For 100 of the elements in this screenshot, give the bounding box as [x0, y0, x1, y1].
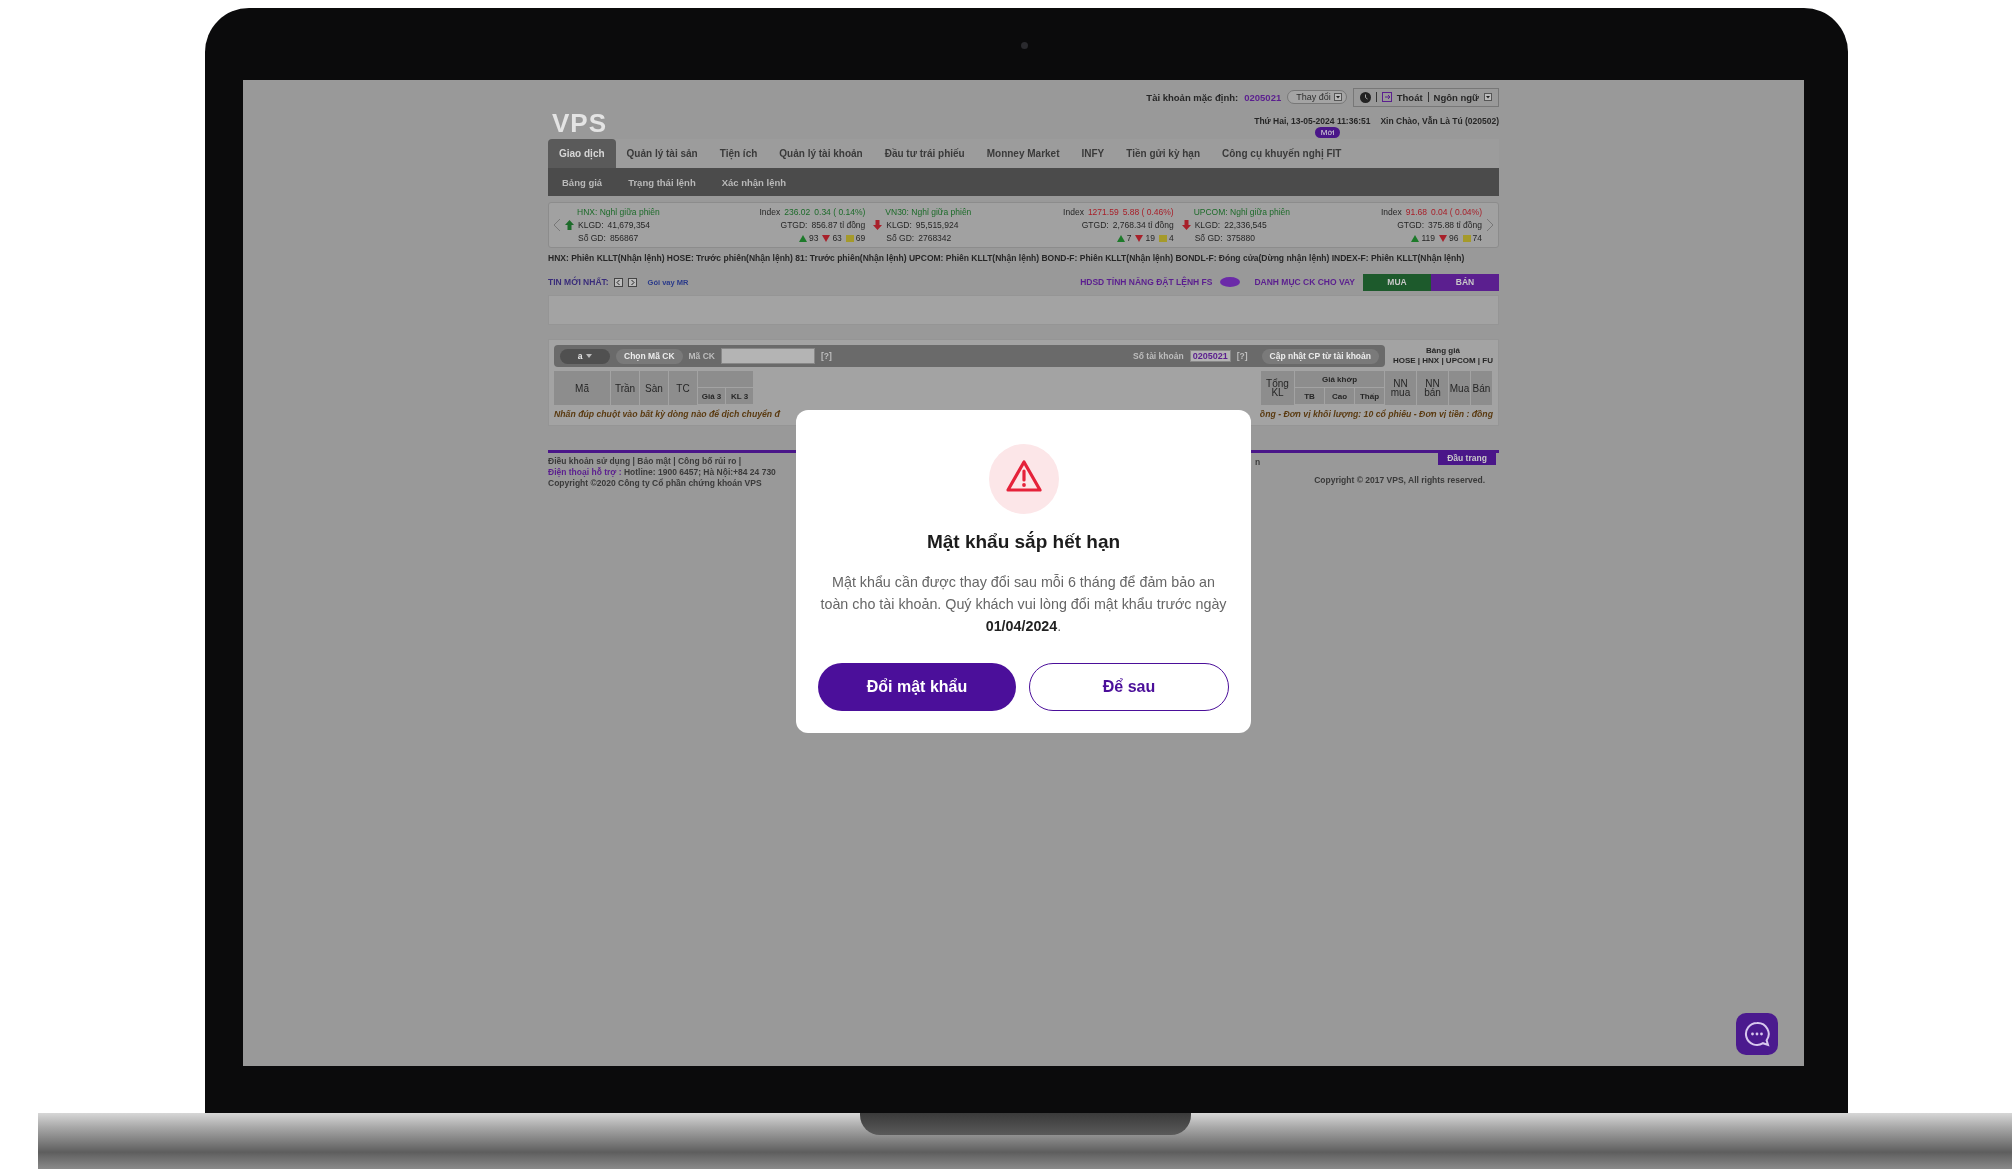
greeting-text: Xin Chào, Vẫn Là Tú (020502): [1380, 116, 1499, 126]
nav-tab[interactable]: Công cụ khuyến nghị FIT: [1211, 139, 1353, 168]
column-header: Tổng KL: [1261, 371, 1295, 405]
previous-icon[interactable]: [613, 277, 623, 287]
account-label: Số tài khoản: [1133, 351, 1184, 361]
column-header: KL 3: [726, 388, 754, 405]
market-status: HNX: Nghỉ giữa phiên: [576, 207, 660, 217]
dropdown-arrow-icon[interactable]: [1484, 93, 1492, 101]
guide-link[interactable]: HDSD TÍNH NĂNG ĐẶT LỆNH FS: [1080, 277, 1213, 287]
nav-tab[interactable]: INFY: [1070, 139, 1116, 168]
nav-tab[interactable]: Đầu tư trái phiếu: [873, 139, 976, 168]
unchanged-count: 69: [855, 233, 866, 243]
sub-nav-tab[interactable]: Xác nhận lệnh: [721, 176, 787, 188]
nav-tab[interactable]: Monney Market: [975, 139, 1071, 168]
column-header: Giá 3: [698, 388, 726, 405]
column-header: Thấp: [1355, 388, 1385, 405]
nav-tab[interactable]: Giao dịch: [548, 139, 616, 168]
column-header: Mua: [1449, 371, 1471, 405]
nav-tab[interactable]: Tiện ích: [708, 139, 769, 168]
down-triangle-icon: [822, 234, 831, 242]
buy-button[interactable]: MUA: [1363, 273, 1431, 291]
declines-count: 63: [832, 233, 842, 243]
default-account-label: Tài khoản mặc định:: [1146, 91, 1239, 103]
help-link[interactable]: [?]: [821, 351, 832, 361]
caret-icon: [586, 354, 593, 358]
next-icon[interactable]: [627, 277, 637, 287]
chat-button[interactable]: [1736, 1013, 1778, 1055]
copyright-text: Copyright © 2017 VPS, All rights reserved.: [1314, 475, 1485, 485]
index-value: 1271.59: [1087, 207, 1119, 217]
column-header: Sàn: [640, 371, 669, 405]
index-label: Index: [1380, 207, 1402, 217]
advances-count: 7: [1126, 233, 1132, 243]
up-triangle-icon: [1116, 234, 1125, 242]
exchange-links[interactable]: HOSE | HNX | UPCOM | FU: [1392, 356, 1493, 366]
nav-tab[interactable]: Tiền gửi kỳ hạn: [1115, 139, 1212, 168]
nav-tab[interactable]: Quản lý tài sản: [615, 139, 709, 168]
trades-value: 2768342: [918, 233, 952, 243]
column-header: TC: [669, 371, 698, 405]
volume-label: KLGD:: [1194, 220, 1221, 230]
sell-button[interactable]: BÁN: [1431, 273, 1499, 291]
declines-count: 19: [1145, 233, 1155, 243]
value-label: GTGD:: [780, 220, 808, 230]
copyright-text: Copyright ©2020 Công ty Cổ phần chứng khoán VPS: [548, 479, 763, 488]
language-menu[interactable]: Ngôn ngữ: [1433, 91, 1479, 103]
support-label: Điện thoại hỗ trợ :: [548, 467, 622, 477]
units-note: ồng - Đơn vị khối lượng: 10 cổ phiếu - Đơn vị tiền : đồng: [1259, 409, 1493, 419]
square-icon: [1462, 234, 1471, 242]
column-header: Giá khớp: [1295, 371, 1385, 388]
margin-list-link[interactable]: DANH MỤC CK CHO VAY: [1254, 277, 1355, 287]
clock-icon[interactable]: [1359, 91, 1371, 103]
unchanged-count: 4: [1168, 233, 1174, 243]
change-password-button[interactable]: Đổi mật khẩu: [818, 662, 1016, 711]
index-change: 0.34 ( 0.14%): [814, 207, 866, 217]
dialog-title: Mật khẩu sắp hết hạn: [926, 530, 1121, 553]
trades-value: 375880: [1226, 233, 1255, 243]
choose-symbol-button[interactable]: Chọn Mã CK: [616, 348, 683, 364]
trades-label: Số GD:: [1194, 233, 1223, 243]
trade-value: 375.88 tỉ đồng: [1428, 220, 1482, 230]
advances-count: 119: [1421, 233, 1436, 243]
trade-value: 856.87 tỉ đồng: [811, 220, 866, 230]
volume-value: 22,336,545: [1224, 220, 1267, 230]
column-header: Trần: [611, 371, 640, 405]
help-link[interactable]: [?]: [1236, 351, 1248, 361]
up-triangle-icon: [1411, 234, 1420, 242]
unchanged-count: 74: [1472, 233, 1482, 243]
volume-label: KLGD:: [886, 220, 912, 230]
latest-news-label: TIN MỚI NHẤT:: [548, 277, 609, 287]
logout-icon[interactable]: [1381, 92, 1392, 102]
square-icon: [845, 234, 854, 242]
back-to-top-button[interactable]: Đầu trang: [1438, 450, 1496, 465]
sub-nav-tab[interactable]: Trạng thái lệnh: [628, 176, 696, 188]
symbol-input-field[interactable]: [721, 348, 815, 364]
down-triangle-icon: [1135, 234, 1144, 242]
trade-value: 2,768.34 tỉ đồng: [1112, 220, 1174, 230]
logo: VPS: [551, 108, 608, 139]
board-dropdown[interactable]: a: [560, 348, 610, 364]
change-account-button[interactable]: Thay đổi: [1287, 90, 1347, 104]
square-icon: [1158, 234, 1167, 242]
advances-count: 93: [808, 233, 819, 243]
market-status: UPCOM: Nghỉ giữa phiên: [1192, 207, 1291, 217]
index-value: 91.68: [1405, 207, 1427, 217]
symbol-label: Mã CK: [688, 351, 715, 361]
account-number-field[interactable]: 0205021: [1189, 350, 1231, 362]
dialog-message: Mật khẩu cần được thay đổi sau mỗi 6 tháng để đảm bảo an toàn cho tài khoản. Quý khách vui lòng đổi mật khẩu trước ngày 01/04/2024.: [819, 572, 1228, 636]
column-header: TB: [1295, 388, 1325, 405]
trades-label: Số GD:: [886, 233, 915, 243]
later-button[interactable]: Để sau: [1029, 662, 1229, 711]
column-header: Mã: [554, 371, 611, 405]
trades-label: Số GD:: [578, 233, 606, 243]
logout-link[interactable]: Thoát: [1396, 91, 1423, 103]
dropdown-arrow-icon[interactable]: [1333, 93, 1342, 101]
sub-nav-tab[interactable]: Bảng giá: [562, 176, 603, 188]
nav-tab[interactable]: Quản lý tài khoản: [768, 139, 874, 168]
camera-icon: [1021, 42, 1028, 49]
value-label: GTGD:: [1081, 220, 1109, 230]
volume-value: 95,515,924: [915, 220, 959, 230]
index-value: 236.02: [784, 207, 811, 217]
update-holdings-button[interactable]: Cập nhật CP từ tài khoản: [1261, 348, 1379, 364]
volume-value: 41,679,354: [607, 220, 651, 230]
index-label: Index: [759, 207, 781, 217]
